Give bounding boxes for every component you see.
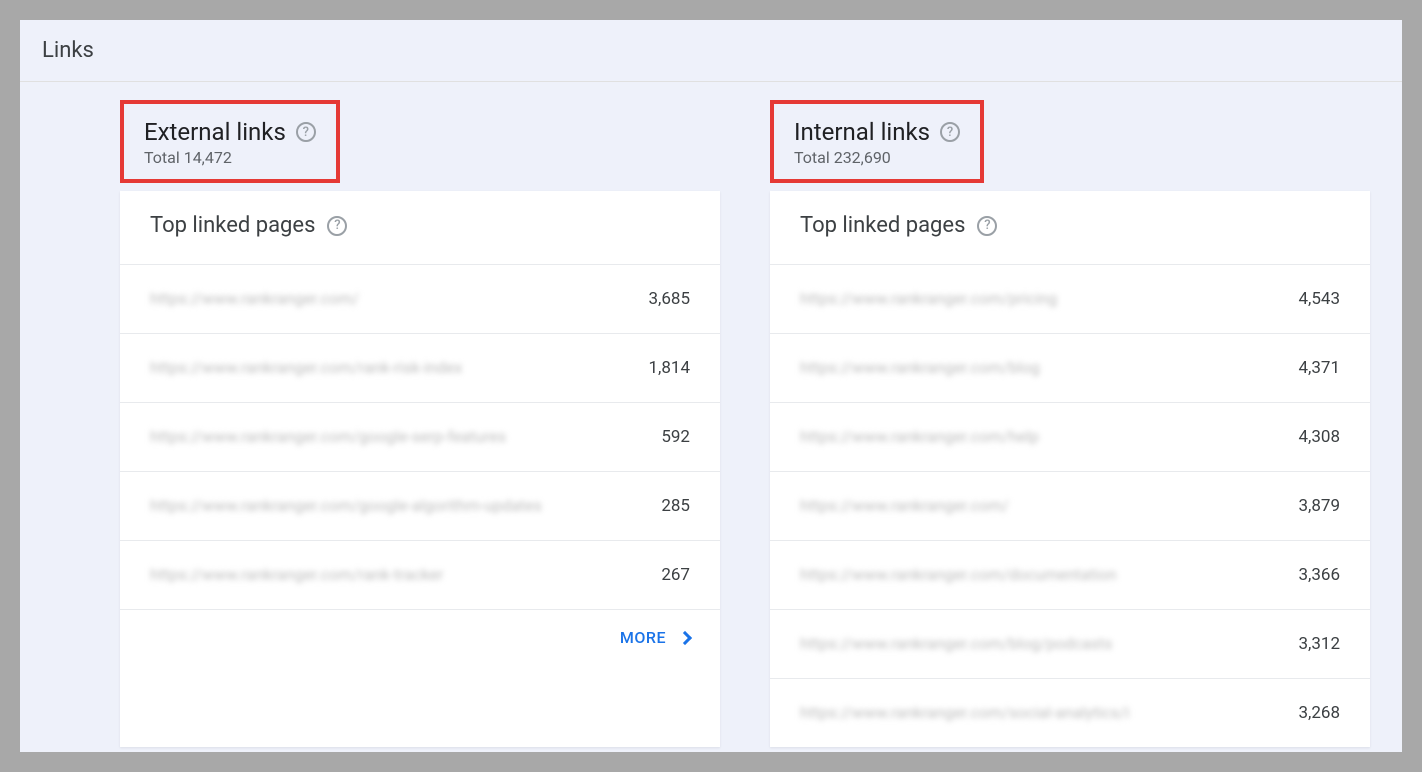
- table-row[interactable]: https://www.rankranger.com/google-algori…: [120, 471, 720, 540]
- row-count: 3,685: [648, 289, 690, 309]
- external-title: External links: [144, 118, 286, 146]
- table-row[interactable]: https://www.rankranger.com/social-analyt…: [770, 678, 1370, 747]
- row-count: 285: [661, 496, 690, 516]
- more-label: MORE: [620, 628, 666, 647]
- table-row[interactable]: https://www.rankranger.com/blog/podcasts…: [770, 609, 1370, 678]
- row-count: 4,371: [1298, 358, 1340, 378]
- row-url: https://www.rankranger.com/blog/podcasts: [800, 632, 1298, 656]
- table-row[interactable]: https://www.rankranger.com/ 3,879: [770, 471, 1370, 540]
- row-count: 1,814: [648, 358, 690, 378]
- row-count: 592: [661, 427, 690, 447]
- content-area: External links ? Total 14,472 Top linked…: [20, 82, 1402, 747]
- help-icon[interactable]: ?: [296, 122, 316, 142]
- row-url: https://www.rankranger.com/pricing: [800, 287, 1298, 311]
- external-card-header: Top linked pages ?: [120, 191, 720, 264]
- table-row[interactable]: https://www.rankranger.com/rank-risk-ind…: [120, 333, 720, 402]
- internal-section-header: Internal links ? Total 232,690: [770, 100, 984, 183]
- row-url: https://www.rankranger.com/: [800, 494, 1298, 518]
- row-url: https://www.rankranger.com/blog: [800, 356, 1298, 380]
- page-container: Links External links ? Total 14,472 Top …: [20, 20, 1402, 752]
- internal-title: Internal links: [794, 118, 930, 146]
- row-url: https://www.rankranger.com/google-algori…: [150, 494, 661, 518]
- row-url: https://www.rankranger.com/help: [800, 425, 1298, 449]
- external-subtitle: Total 14,472: [144, 148, 316, 167]
- row-count: 3,268: [1298, 703, 1340, 723]
- external-section-header: External links ? Total 14,472: [120, 100, 340, 183]
- row-count: 4,543: [1298, 289, 1340, 309]
- page-header: Links: [20, 20, 1402, 82]
- help-icon[interactable]: ?: [977, 216, 997, 236]
- row-count: 267: [661, 565, 690, 585]
- internal-card-header: Top linked pages ?: [770, 191, 1370, 264]
- internal-card: Top linked pages ? https://www.rankrange…: [770, 191, 1370, 747]
- table-row[interactable]: https://www.rankranger.com/documentation…: [770, 540, 1370, 609]
- internal-card-title: Top linked pages: [800, 213, 965, 238]
- row-url: https://www.rankranger.com/: [150, 287, 648, 311]
- table-row[interactable]: https://www.rankranger.com/ 3,685: [120, 264, 720, 333]
- external-card: Top linked pages ? https://www.rankrange…: [120, 191, 720, 747]
- help-icon[interactable]: ?: [327, 216, 347, 236]
- help-icon[interactable]: ?: [940, 122, 960, 142]
- internal-column: Internal links ? Total 232,690 Top linke…: [770, 100, 1370, 747]
- row-url: https://www.rankranger.com/social-analyt…: [800, 701, 1298, 725]
- table-row[interactable]: https://www.rankranger.com/rank-tracker …: [120, 540, 720, 609]
- row-count: 3,879: [1298, 496, 1340, 516]
- external-card-title: Top linked pages: [150, 213, 315, 238]
- table-row[interactable]: https://www.rankranger.com/help 4,308: [770, 402, 1370, 471]
- page-title: Links: [42, 38, 1380, 63]
- row-url: https://www.rankranger.com/rank-tracker: [150, 563, 661, 587]
- row-url: https://www.rankranger.com/google-serp-f…: [150, 425, 661, 449]
- more-button[interactable]: MORE: [120, 609, 720, 665]
- table-row[interactable]: https://www.rankranger.com/google-serp-f…: [120, 402, 720, 471]
- row-count: 3,312: [1298, 634, 1340, 654]
- table-row[interactable]: https://www.rankranger.com/pricing 4,543: [770, 264, 1370, 333]
- table-row[interactable]: https://www.rankranger.com/blog 4,371: [770, 333, 1370, 402]
- row-count: 4,308: [1298, 427, 1340, 447]
- chevron-right-icon: [678, 630, 692, 644]
- row-url: https://www.rankranger.com/rank-risk-ind…: [150, 356, 648, 380]
- internal-subtitle: Total 232,690: [794, 148, 960, 167]
- internal-title-row: Internal links ?: [794, 118, 960, 146]
- row-count: 3,366: [1298, 565, 1340, 585]
- external-title-row: External links ?: [144, 118, 316, 146]
- external-column: External links ? Total 14,472 Top linked…: [120, 100, 720, 747]
- row-url: https://www.rankranger.com/documentation: [800, 563, 1298, 587]
